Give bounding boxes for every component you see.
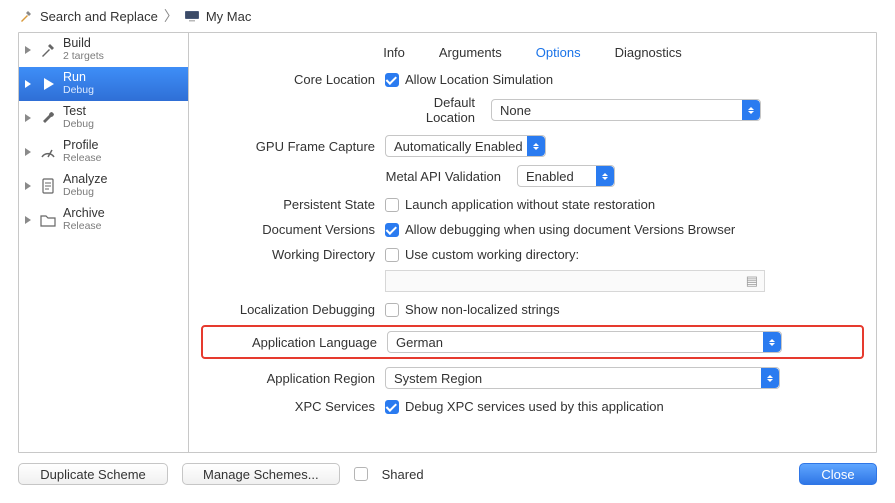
default-location-label: Default Location <box>385 95 485 125</box>
sidebar: Build2 targets RunDebug TestDebug Profil… <box>19 33 189 452</box>
updown-icon <box>742 100 760 120</box>
folder-icon <box>37 209 59 231</box>
sidebar-item-analyze[interactable]: AnalyzeDebug <box>19 169 188 203</box>
wrench-icon <box>37 107 59 129</box>
breadcrumb: Search and Replace 〉 My Mac <box>0 0 895 32</box>
application-region-select[interactable]: System Region <box>385 367 780 389</box>
appreg-label: Application Region <box>207 371 385 386</box>
tab-info[interactable]: Info <box>383 45 405 60</box>
monitor-icon <box>184 8 200 24</box>
chevron-right-icon <box>23 215 33 225</box>
chevron-right-icon <box>23 79 33 89</box>
hammer-icon <box>37 39 59 61</box>
updown-icon <box>761 368 779 388</box>
main: Info Arguments Options Diagnostics Core … <box>189 33 876 452</box>
highlight-box: Application Language German <box>201 325 864 359</box>
close-button[interactable]: Close <box>799 463 877 485</box>
metal-validation-select[interactable]: Enabled <box>517 165 615 187</box>
updown-icon <box>527 136 545 156</box>
xpc-text: Debug XPC services used by this applicat… <box>405 399 664 414</box>
shared-checkbox[interactable] <box>354 467 368 481</box>
workdir-label: Working Directory <box>207 247 385 262</box>
persistent-label: Persistent State <box>207 197 385 212</box>
docver-text: Allow debugging when using document Vers… <box>405 222 735 237</box>
tab-arguments[interactable]: Arguments <box>439 45 502 60</box>
sidebar-item-build[interactable]: Build2 targets <box>19 33 188 67</box>
chevron-right-icon <box>23 45 33 55</box>
sidebar-item-test[interactable]: TestDebug <box>19 101 188 135</box>
workdir-checkbox[interactable] <box>385 248 399 262</box>
doc-icon <box>37 175 59 197</box>
updown-icon <box>596 166 614 186</box>
xpc-checkbox[interactable] <box>385 400 399 414</box>
sidebar-item-profile[interactable]: ProfileRelease <box>19 135 188 169</box>
scheme-panel: Build2 targets RunDebug TestDebug Profil… <box>18 32 877 453</box>
gpu-label: GPU Frame Capture <box>207 139 385 154</box>
xpc-label: XPC Services <box>207 399 385 414</box>
options-form: Core Location Allow Location Simulation … <box>189 70 876 428</box>
gpu-capture-select[interactable]: Automatically Enabled <box>385 135 546 157</box>
tabs: Info Arguments Options Diagnostics <box>189 33 876 70</box>
allow-location-text: Allow Location Simulation <box>405 72 553 87</box>
locdbg-checkbox[interactable] <box>385 303 399 317</box>
manage-schemes-button[interactable]: Manage Schemes... <box>182 463 340 485</box>
chevron-right-icon <box>23 147 33 157</box>
chevron-right-icon: 〉 <box>164 6 178 26</box>
workdir-input[interactable]: ▤ <box>385 270 765 292</box>
core-location-label: Core Location <box>207 72 385 87</box>
locdbg-label: Localization Debugging <box>207 302 385 317</box>
sidebar-item-run[interactable]: RunDebug <box>19 67 188 101</box>
play-icon <box>37 73 59 95</box>
default-location-select[interactable]: None <box>491 99 761 121</box>
applang-label: Application Language <box>209 335 387 350</box>
allow-location-checkbox[interactable] <box>385 73 399 87</box>
persistent-text: Launch application without state restora… <box>405 197 655 212</box>
updown-icon <box>763 332 781 352</box>
locdbg-text: Show non-localized strings <box>405 302 560 317</box>
duplicate-scheme-button[interactable]: Duplicate Scheme <box>18 463 168 485</box>
folder-icon: ▤ <box>746 273 758 289</box>
workdir-text: Use custom working directory: <box>405 247 579 262</box>
chevron-right-icon <box>23 181 33 191</box>
docver-checkbox[interactable] <box>385 223 399 237</box>
chevron-right-icon <box>23 113 33 123</box>
breadcrumb-project[interactable]: Search and Replace <box>40 9 158 24</box>
docver-label: Document Versions <box>207 222 385 237</box>
tab-options[interactable]: Options <box>536 45 581 60</box>
persistent-checkbox[interactable] <box>385 198 399 212</box>
breadcrumb-destination[interactable]: My Mac <box>206 9 252 24</box>
bottom-bar: Duplicate Scheme Manage Schemes... Share… <box>0 453 895 495</box>
gauge-icon <box>37 141 59 163</box>
tab-diagnostics[interactable]: Diagnostics <box>615 45 682 60</box>
metal-label: Metal API Validation <box>385 169 511 184</box>
shared-label: Shared <box>382 467 424 482</box>
hammer-icon <box>18 8 34 24</box>
application-language-select[interactable]: German <box>387 331 782 353</box>
sidebar-item-archive[interactable]: ArchiveRelease <box>19 203 188 237</box>
